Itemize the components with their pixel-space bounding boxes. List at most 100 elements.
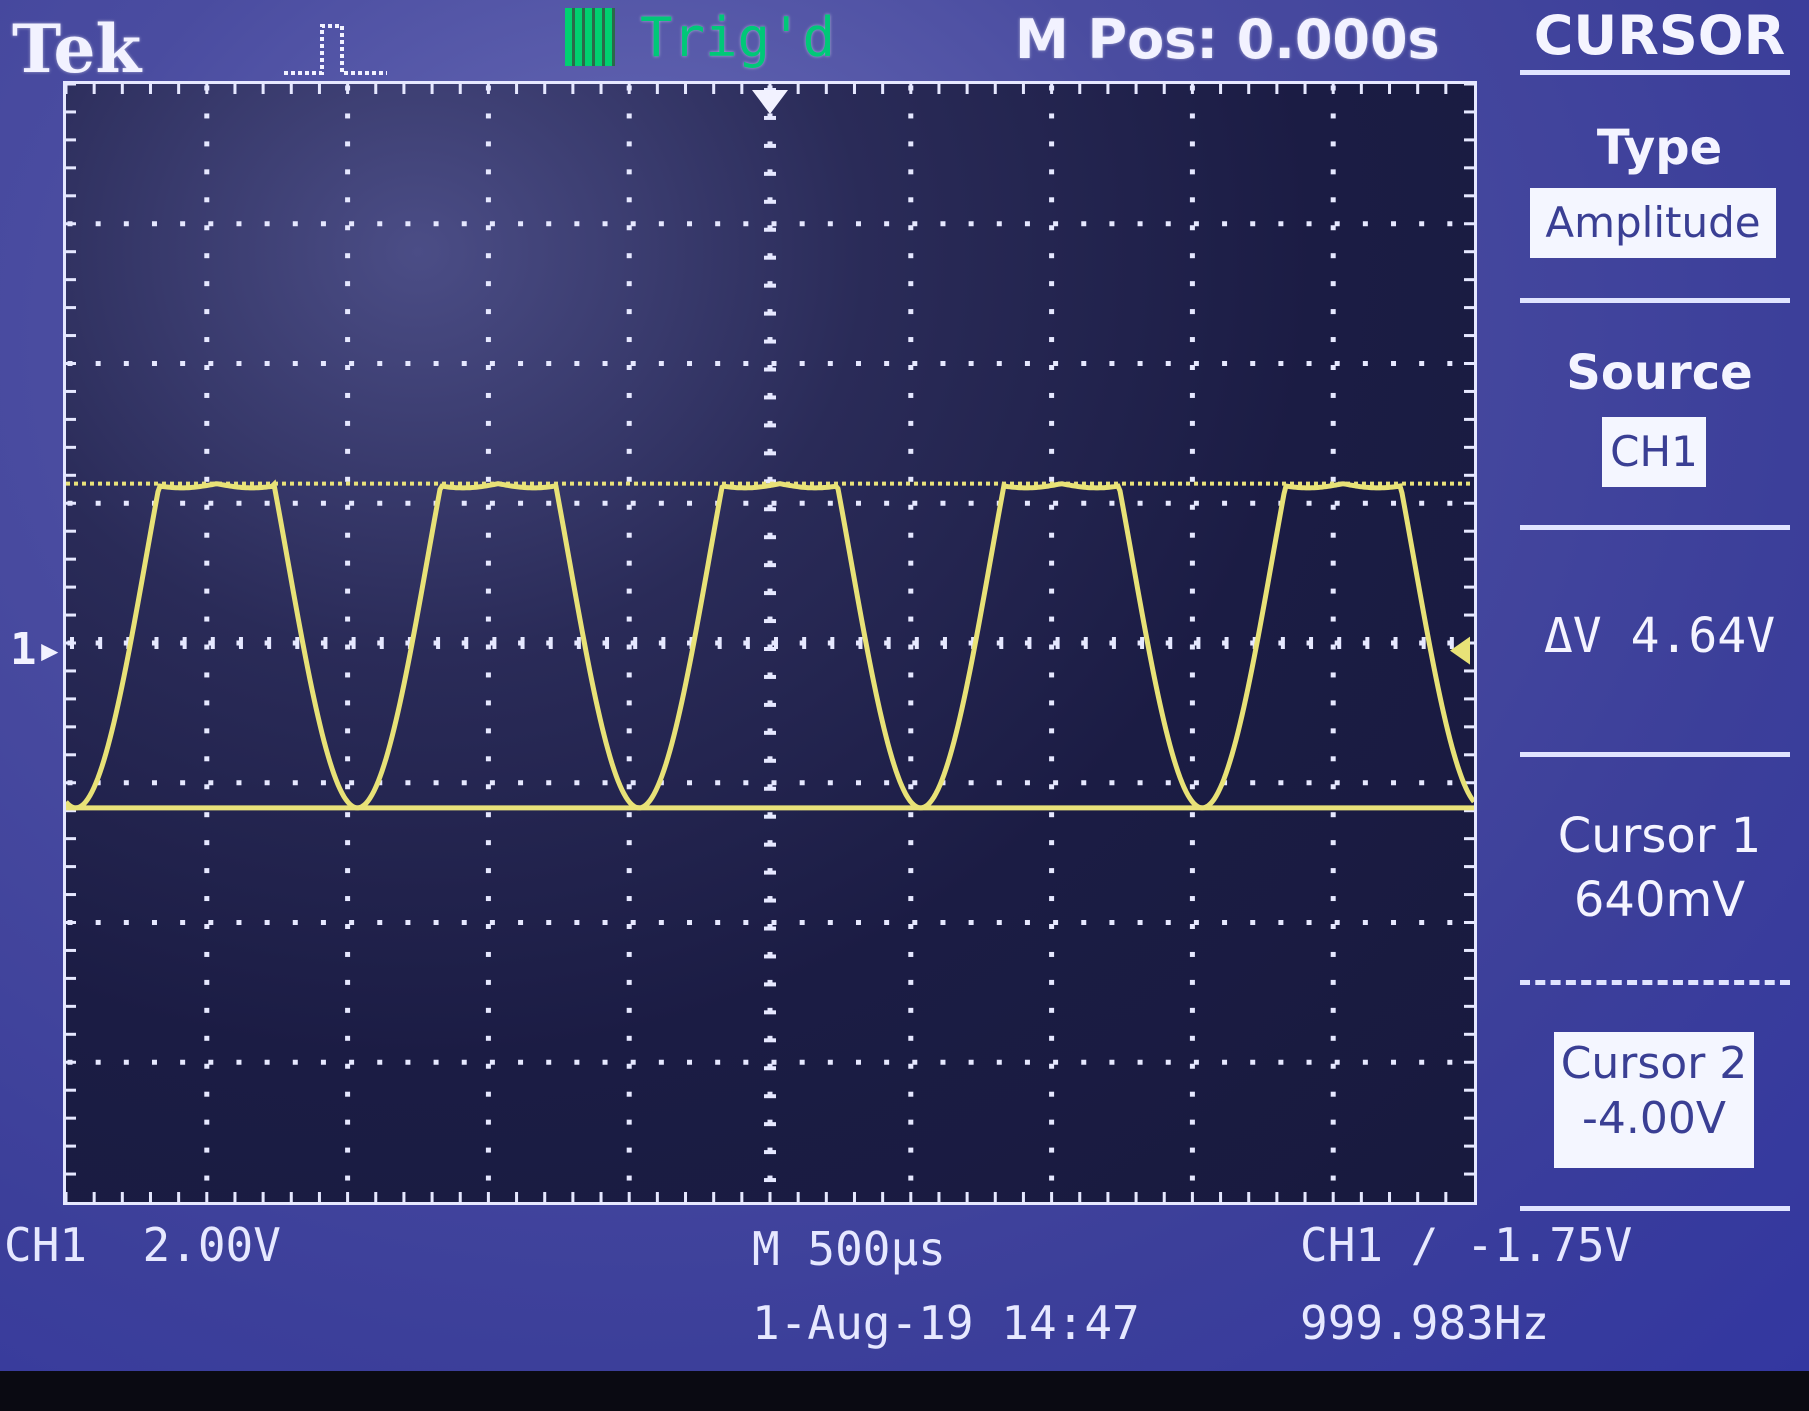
grid-dot bbox=[1306, 221, 1312, 227]
grid-dot bbox=[345, 951, 351, 957]
grid-dot bbox=[1391, 500, 1397, 506]
edge-tick bbox=[148, 1192, 152, 1202]
grid-dot bbox=[1391, 920, 1397, 925]
grid-dot bbox=[1189, 1007, 1195, 1013]
grid-dot bbox=[908, 169, 914, 175]
center-tick bbox=[764, 898, 776, 903]
grid-dot bbox=[1189, 309, 1195, 315]
grid-dot bbox=[1189, 1147, 1195, 1153]
edge-tick bbox=[1219, 84, 1223, 94]
grid-dot bbox=[345, 1007, 351, 1013]
grid-dot bbox=[968, 780, 974, 786]
edge-tick bbox=[881, 84, 885, 94]
grid-dot bbox=[799, 500, 805, 506]
grid-dot bbox=[908, 392, 914, 398]
grid-dot bbox=[1189, 169, 1195, 175]
grid-dot bbox=[626, 951, 632, 957]
grid-dot bbox=[1250, 361, 1256, 366]
grid-dot bbox=[345, 281, 351, 287]
grid-dot bbox=[771, 920, 777, 925]
grid-dot bbox=[574, 221, 580, 227]
grid-dot bbox=[204, 141, 210, 147]
grid-dot bbox=[546, 500, 552, 506]
grid-dot bbox=[1189, 448, 1195, 454]
edge-tick bbox=[233, 84, 237, 94]
edge-tick bbox=[740, 1192, 744, 1202]
edge-tick bbox=[599, 1192, 603, 1202]
cursor2-label: Cursor 2 bbox=[1560, 1038, 1748, 1089]
center-tick bbox=[764, 227, 776, 232]
grid-dot bbox=[1330, 616, 1336, 622]
edge-tick bbox=[66, 278, 76, 282]
edge-tick bbox=[317, 1192, 321, 1202]
grid-dot bbox=[912, 221, 918, 227]
grid-dot bbox=[151, 1059, 157, 1065]
center-tick bbox=[764, 423, 776, 428]
grid-dot bbox=[204, 588, 210, 594]
grid-dot bbox=[204, 1007, 210, 1013]
edge-tick bbox=[1464, 613, 1474, 617]
grid-dot bbox=[908, 281, 914, 287]
grid-dot bbox=[1330, 1147, 1336, 1153]
menu-item-source[interactable]: Source CH1 bbox=[1510, 305, 1809, 525]
grid-dot bbox=[996, 780, 1002, 786]
edge-tick bbox=[66, 166, 76, 170]
grid-dot bbox=[1306, 780, 1312, 786]
grid-dot bbox=[626, 700, 632, 706]
grid-dot bbox=[1193, 1059, 1199, 1065]
edge-tick bbox=[1464, 110, 1474, 114]
center-tick bbox=[764, 451, 776, 456]
edge-tick bbox=[177, 84, 181, 94]
grid-dot bbox=[1447, 780, 1453, 786]
center-tick bbox=[1337, 637, 1342, 649]
edge-tick bbox=[430, 84, 434, 94]
oscilloscope-screen: Tek Trig'd M Pos: 0.000s 1▸ CURSOR Type … bbox=[0, 0, 1809, 1371]
center-tick bbox=[764, 1150, 776, 1155]
cursor2-value: -4.00V bbox=[1582, 1093, 1726, 1144]
menu-item-cursor-1[interactable]: Cursor 1 640mV bbox=[1510, 760, 1809, 970]
grid-dot bbox=[204, 1035, 210, 1041]
grid-dot bbox=[1278, 780, 1284, 786]
grid-dot bbox=[405, 221, 411, 227]
edge-tick bbox=[120, 84, 124, 94]
grid-dot bbox=[204, 868, 210, 874]
grid-dot bbox=[1053, 361, 1059, 366]
menu-separator bbox=[1520, 1206, 1790, 1211]
edge-tick bbox=[177, 1192, 181, 1202]
edge-tick bbox=[66, 84, 68, 94]
center-tick bbox=[745, 637, 750, 649]
center-tick bbox=[764, 1178, 776, 1183]
center-tick bbox=[1393, 637, 1398, 649]
edge-tick bbox=[1388, 1192, 1392, 1202]
edge-tick bbox=[205, 1192, 209, 1202]
grid-dot bbox=[1189, 1035, 1195, 1041]
center-tick bbox=[633, 637, 638, 649]
menu-separator bbox=[1520, 752, 1790, 757]
edge-tick bbox=[66, 473, 76, 477]
cursor2-box: Cursor 2 -4.00V bbox=[1554, 1032, 1754, 1168]
waveform-graticule bbox=[63, 81, 1477, 1205]
grid-dot bbox=[574, 361, 580, 366]
menu-item-type[interactable]: Type Amplitude bbox=[1510, 80, 1809, 290]
grid-dot bbox=[1049, 1035, 1055, 1041]
center-tick bbox=[802, 637, 807, 649]
grid-dot bbox=[827, 780, 833, 786]
grid-dot bbox=[908, 560, 914, 566]
grid-dot bbox=[264, 221, 270, 227]
grid-dot bbox=[1391, 780, 1397, 786]
grid-dot bbox=[1222, 361, 1228, 366]
edge-tick bbox=[1464, 334, 1474, 338]
grid-dot bbox=[204, 253, 210, 259]
center-tick bbox=[1140, 637, 1145, 649]
menu-item-cursor-2[interactable]: Cursor 2 -4.00V bbox=[1510, 1000, 1809, 1200]
grid-dot bbox=[1330, 532, 1336, 538]
edge-tick bbox=[1444, 84, 1448, 94]
grid-dot bbox=[345, 616, 351, 622]
grid-dot bbox=[485, 476, 491, 482]
grid-dot bbox=[485, 197, 491, 203]
grid-dot bbox=[884, 1059, 890, 1065]
center-tick bbox=[764, 1094, 776, 1099]
grid-dot bbox=[1189, 141, 1195, 147]
grid-dot bbox=[236, 221, 242, 227]
grid-dot bbox=[204, 420, 210, 426]
